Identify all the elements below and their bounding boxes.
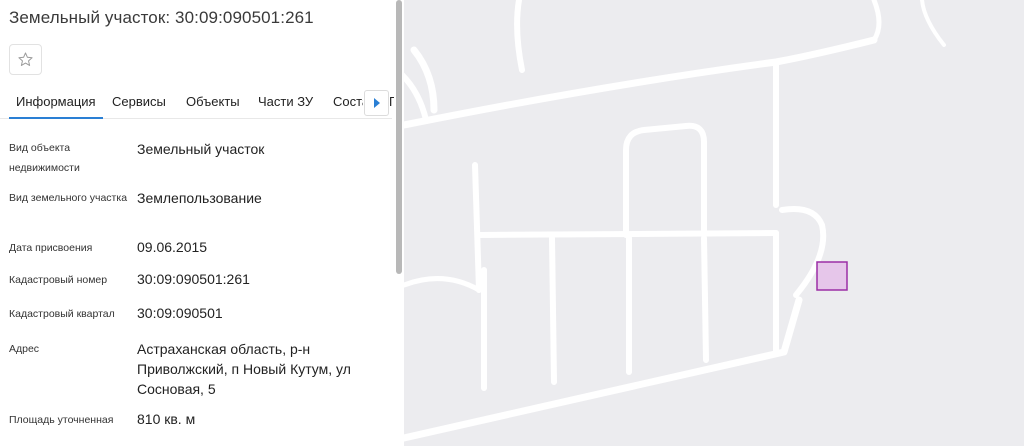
info-panel: Земельный участок: 30:09:090501:261 Инфо… [0, 0, 404, 446]
field-label: Кадастровый номер [9, 274, 108, 286]
field-value: Земельный участок [137, 141, 265, 157]
map-canvas [404, 0, 946, 442]
field-label: Вид земельного участка [9, 192, 128, 204]
field-value: 09.06.2015 [137, 239, 208, 255]
field-value: 30:09:090501:261 [137, 271, 250, 287]
tab-objects[interactable]: Объекты [186, 94, 240, 109]
field-label: Вид объекта недвижимости [9, 142, 80, 174]
field-value: 30:09:090501 [137, 305, 223, 321]
selected-parcel[interactable] [816, 261, 848, 291]
map-view[interactable] [404, 0, 1024, 446]
caret-right-icon [373, 98, 380, 108]
field-value: Астраханская область, р-н Приволжский, п… [137, 341, 351, 397]
field-label: Кадастровый квартал [9, 308, 115, 320]
tab-services[interactable]: Сервисы [112, 94, 166, 109]
field-label: Дата присвоения [9, 242, 93, 254]
tab-bar: Информация Сервисы Объекты Части ЗУ Сост… [0, 86, 394, 119]
field-label: Площадь уточненная [9, 414, 114, 426]
panel-scrollbar[interactable] [396, 0, 402, 274]
field-value: Землепользование [137, 190, 262, 206]
star-icon [18, 52, 33, 66]
page-title: Земельный участок: 30:09:090501:261 [9, 8, 314, 27]
field-label: Адрес [9, 343, 40, 355]
field-value: 810 кв. м [137, 411, 196, 427]
tabs-scroll-right-button[interactable] [364, 90, 389, 116]
tab-parts[interactable]: Части ЗУ [258, 94, 313, 109]
tab-composition[interactable]: Соста [333, 94, 363, 109]
favorite-button[interactable] [9, 44, 42, 75]
tab-information[interactable]: Информация [9, 94, 103, 119]
tab-next-partial[interactable]: П [389, 94, 394, 109]
